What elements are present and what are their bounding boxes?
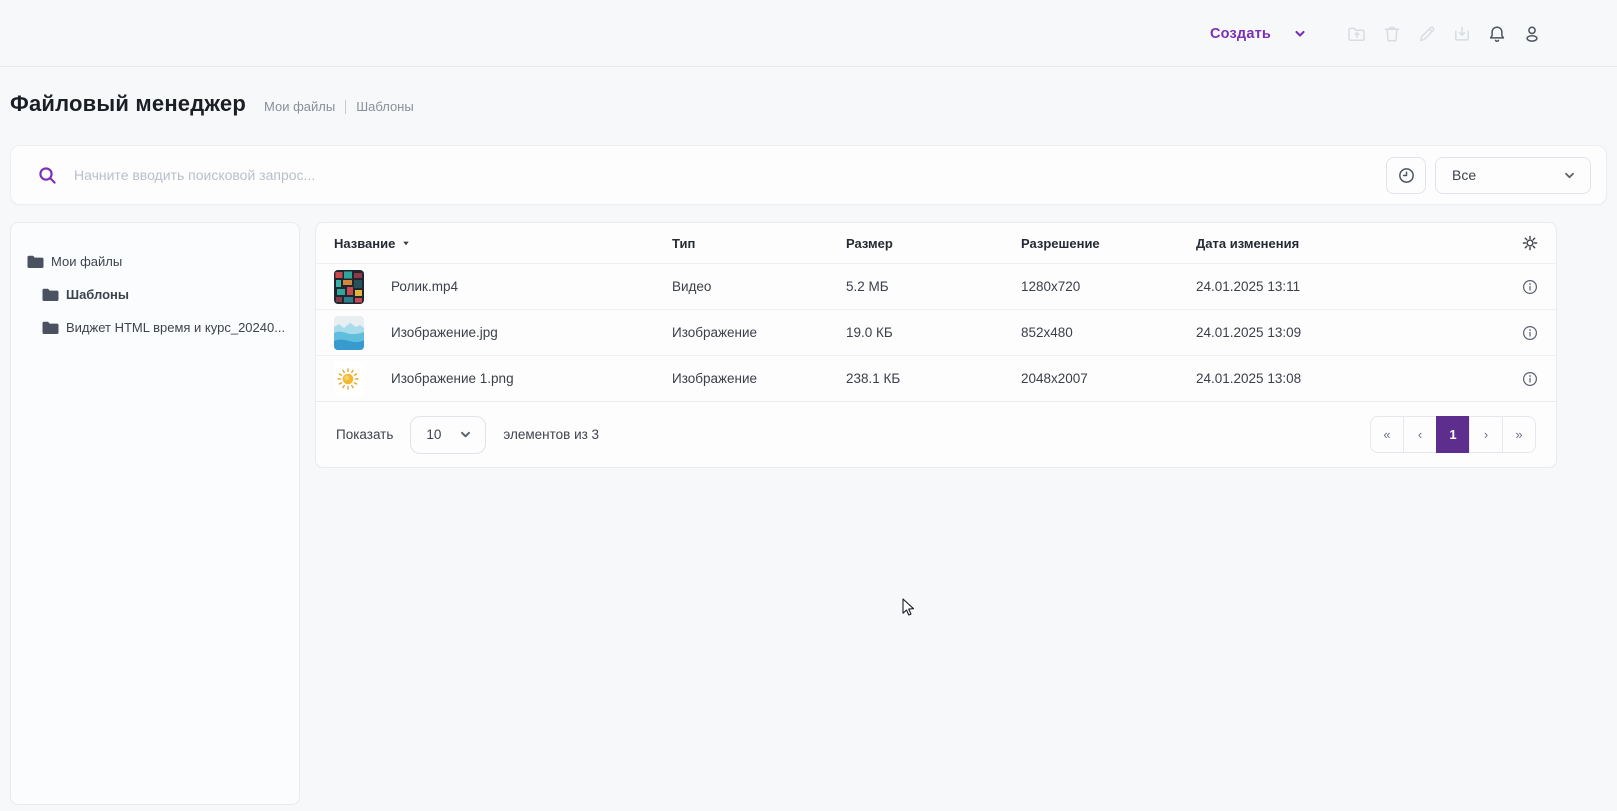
table-settings-button[interactable] (1521, 234, 1539, 252)
prev-page-button[interactable]: ‹ (1403, 416, 1437, 453)
file-resolution: 2048x2007 (1021, 371, 1196, 386)
folder-tree-sidebar: Мои файлы Шаблоны Виджет HTML время и ку… (10, 222, 300, 805)
breadcrumb-my-files[interactable]: Мои файлы (264, 99, 335, 114)
chevron-down-icon (1562, 168, 1577, 183)
trash-icon[interactable] (1381, 23, 1403, 45)
file-modified: 24.01.2025 13:09 (1196, 325, 1504, 340)
items-count-label: элементов из 3 (503, 427, 599, 442)
search-icon (37, 165, 58, 186)
breadcrumb-templates[interactable]: Шаблоны (356, 99, 414, 114)
file-type-filter-value: Все (1452, 167, 1476, 183)
file-list-panel: Название Тип Размер Разрешение Дата изме… (315, 222, 1557, 468)
sidebar-item-widget-html[interactable]: Виджет HTML время и курс_20240... (11, 311, 299, 344)
column-header-modified[interactable]: Дата изменения (1196, 236, 1504, 251)
pagination-bar: Показать 10 элементов из 3 « ‹ 1 › » (316, 401, 1556, 467)
search-history-button[interactable] (1386, 157, 1426, 194)
chevron-down-icon (1293, 27, 1307, 41)
edit-pencil-icon[interactable] (1416, 23, 1438, 45)
page-1-button[interactable]: 1 (1436, 416, 1470, 453)
file-resolution: 852x480 (1021, 325, 1196, 340)
breadcrumb: Мои файлы Шаблоны (264, 99, 414, 114)
clock-icon (1397, 166, 1416, 185)
per-page-select[interactable]: 10 (410, 416, 486, 454)
search-bar: Все (10, 145, 1607, 205)
mouse-cursor (902, 598, 916, 618)
per-page-value: 10 (426, 427, 441, 442)
sidebar-item-label: Шаблоны (66, 287, 129, 302)
sea-photo-thumbnail (334, 316, 364, 350)
page-header: Файловый менеджер Мои файлы Шаблоны (0, 67, 1617, 137)
column-header-size[interactable]: Размер (846, 236, 1021, 251)
column-header-type[interactable]: Тип (672, 236, 846, 251)
chevron-down-icon (458, 427, 473, 442)
search-input[interactable] (74, 167, 1386, 183)
first-page-button[interactable]: « (1370, 416, 1404, 453)
notification-bell-icon[interactable] (1486, 23, 1508, 45)
folder-icon (42, 321, 59, 335)
page-title: Файловый менеджер (10, 91, 246, 117)
info-circle-icon[interactable] (1504, 325, 1556, 341)
video-mosaic-thumbnail (334, 270, 364, 304)
info-circle-icon[interactable] (1504, 279, 1556, 295)
file-size: 5.2 МБ (846, 279, 1021, 294)
sidebar-item-my-files[interactable]: Мои файлы (11, 245, 299, 278)
file-size: 238.1 КБ (846, 371, 1021, 386)
sidebar-item-label: Мои файлы (51, 254, 122, 269)
table-row[interactable]: Изображение 1.png Изображение 238.1 КБ 2… (316, 355, 1556, 401)
file-type: Изображение (672, 371, 846, 386)
show-label: Показать (336, 427, 393, 442)
file-size: 19.0 КБ (846, 325, 1021, 340)
sun-drawing-thumbnail (334, 362, 364, 396)
file-type: Изображение (672, 325, 846, 340)
file-name: Изображение 1.png (391, 371, 514, 386)
folder-upload-icon[interactable] (1346, 23, 1368, 45)
folder-icon (42, 288, 59, 302)
table-row[interactable]: Ролик.mp4 Видео 5.2 МБ 1280x720 24.01.20… (316, 263, 1556, 309)
folder-icon (27, 255, 44, 269)
file-modified: 24.01.2025 13:08 (1196, 371, 1504, 386)
sort-caret-icon (401, 238, 411, 248)
sidebar-item-templates[interactable]: Шаблоны (11, 278, 299, 311)
sidebar-item-label: Виджет HTML время и курс_20240... (66, 320, 285, 335)
file-type-filter-select[interactable]: Все (1435, 157, 1591, 194)
user-profile-icon[interactable] (1521, 23, 1543, 45)
file-resolution: 1280x720 (1021, 279, 1196, 294)
info-circle-icon[interactable] (1504, 371, 1556, 387)
download-icon[interactable] (1451, 23, 1473, 45)
file-type: Видео (672, 279, 846, 294)
create-button[interactable]: Создать (1210, 26, 1307, 42)
next-page-button[interactable]: › (1469, 416, 1503, 453)
topbar: Создать (0, 0, 1617, 67)
file-name: Ролик.mp4 (391, 279, 458, 294)
file-modified: 24.01.2025 13:11 (1196, 279, 1504, 294)
gear-icon (1521, 234, 1539, 252)
table-header-row: Название Тип Размер Разрешение Дата изме… (316, 223, 1556, 263)
breadcrumb-separator (345, 100, 346, 114)
table-row[interactable]: Изображение.jpg Изображение 19.0 КБ 852x… (316, 309, 1556, 355)
create-button-label: Создать (1210, 26, 1271, 42)
column-header-name[interactable]: Название (334, 236, 672, 251)
last-page-button[interactable]: » (1502, 416, 1536, 453)
pager: « ‹ 1 › » (1370, 416, 1536, 453)
column-header-resolution[interactable]: Разрешение (1021, 236, 1196, 251)
file-name: Изображение.jpg (391, 325, 498, 340)
